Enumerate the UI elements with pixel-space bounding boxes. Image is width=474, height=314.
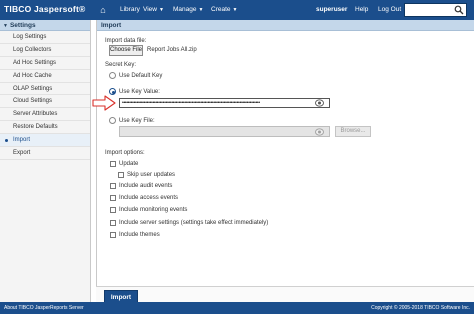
settings-sidebar: ▼ Settings Log Settings Log Collectors Ad… [0, 20, 91, 302]
nav-view-menu[interactable]: View ▼ [143, 0, 164, 20]
key-file-input[interactable] [119, 126, 330, 137]
collapse-triangle-icon: ▼ [3, 23, 8, 29]
panel-title: Import [97, 20, 474, 31]
arrow-right-icon [92, 95, 116, 111]
sidebar-title: Settings [9, 22, 36, 29]
import-data-file-label: Import data file: [105, 38, 147, 44]
nav-manage-label: Manage [173, 6, 197, 13]
use-key-file-label: Use Key File: [119, 118, 155, 124]
sidebar-item-log-settings[interactable]: Log Settings [0, 31, 90, 44]
action-bar: Import [96, 286, 474, 303]
active-dot-icon [5, 139, 8, 143]
include-access-events-checkbox[interactable] [110, 195, 116, 201]
nav-view-label: View [143, 6, 157, 13]
nav-create-label: Create [211, 6, 231, 13]
sidebar-item-server-attributes[interactable]: Server Attributes [0, 108, 90, 122]
secret-key-label: Secret Key: [105, 62, 137, 68]
current-user[interactable]: superuser [316, 0, 347, 20]
use-key-file-radio[interactable] [109, 117, 116, 124]
import-options-label: Import options: [105, 150, 145, 156]
sidebar-header[interactable]: ▼ Settings [0, 20, 90, 31]
chevron-down-icon: ▼ [198, 7, 204, 13]
sidebar-item-ad-hoc-settings[interactable]: Ad Hoc Settings [0, 57, 90, 70]
update-label: Update [119, 161, 139, 167]
include-audit-events-label: Include audit events [119, 183, 173, 189]
show-key-eye-icon[interactable] [315, 99, 324, 107]
sidebar-item-import[interactable]: Import [0, 134, 90, 148]
chevron-down-icon: ▼ [232, 7, 238, 13]
include-monitoring-events-label: Include monitoring events [119, 207, 188, 213]
page-footer: About TIBCO JasperReports Server Copyrig… [0, 302, 474, 314]
import-panel: Import Import data file: Choose File Rep… [96, 20, 474, 302]
include-server-settings-checkbox[interactable] [110, 220, 116, 226]
top-bar: TIBCO Jaspersoft® ⌂ Library View ▼ Manage… [0, 0, 474, 20]
sidebar-item-ad-hoc-cache[interactable]: Ad Hoc Cache [0, 70, 90, 83]
include-themes-label: Include themes [119, 232, 160, 238]
skip-user-updates-checkbox[interactable] [118, 172, 124, 178]
use-default-key-label: Use Default Key [119, 73, 163, 79]
logout-link[interactable]: Log Out [378, 0, 401, 20]
sidebar-item-log-collectors[interactable]: Log Collectors [0, 44, 90, 57]
about-link[interactable]: About TIBCO JasperReports Server [4, 302, 84, 314]
home-icon[interactable]: ⌂ [96, 0, 110, 20]
choose-file-button[interactable]: Choose File [109, 45, 143, 56]
include-themes-checkbox[interactable] [110, 232, 116, 238]
include-audit-events-checkbox[interactable] [110, 183, 116, 189]
include-access-events-label: Include access events [119, 195, 179, 201]
copyright-text: Copyright © 2005-2018 TIBCO Software Inc… [371, 305, 470, 311]
use-default-key-radio[interactable] [109, 72, 116, 79]
sidebar-item-label: Import [13, 137, 31, 144]
chosen-file-name: Report Jobs All.zip [147, 47, 197, 53]
include-server-settings-label: Include server settings (settings take e… [119, 220, 269, 226]
include-monitoring-events-checkbox[interactable] [110, 207, 116, 213]
key-file-eye-icon [315, 128, 324, 136]
nav-library[interactable]: Library [120, 0, 140, 20]
browse-button[interactable]: Browse... [335, 126, 371, 137]
use-key-value-label: Use Key Value: [119, 89, 160, 95]
sidebar-item-olap-settings[interactable]: OLAP Settings [0, 83, 90, 96]
sidebar-item-export[interactable]: Export [0, 147, 90, 160]
key-value-input[interactable]: ••••••••••••••••••••••••••••••••••••••••… [119, 98, 330, 108]
search-input[interactable] [404, 3, 467, 17]
sidebar-item-cloud-settings[interactable]: Cloud Settings [0, 95, 90, 109]
app-logo: TIBCO Jaspersoft® [4, 4, 86, 14]
use-key-value-radio[interactable] [109, 88, 116, 95]
chevron-down-icon: ▼ [158, 7, 164, 13]
update-checkbox[interactable] [110, 161, 116, 167]
help-link[interactable]: Help [355, 0, 368, 20]
search-icon[interactable] [454, 5, 464, 15]
skip-user-updates-label: Skip user updates [127, 172, 176, 178]
nav-manage-menu[interactable]: Manage ▼ [173, 0, 203, 20]
nav-create-menu[interactable]: Create ▼ [211, 0, 237, 20]
sidebar-item-restore-defaults[interactable]: Restore Defaults [0, 121, 90, 135]
